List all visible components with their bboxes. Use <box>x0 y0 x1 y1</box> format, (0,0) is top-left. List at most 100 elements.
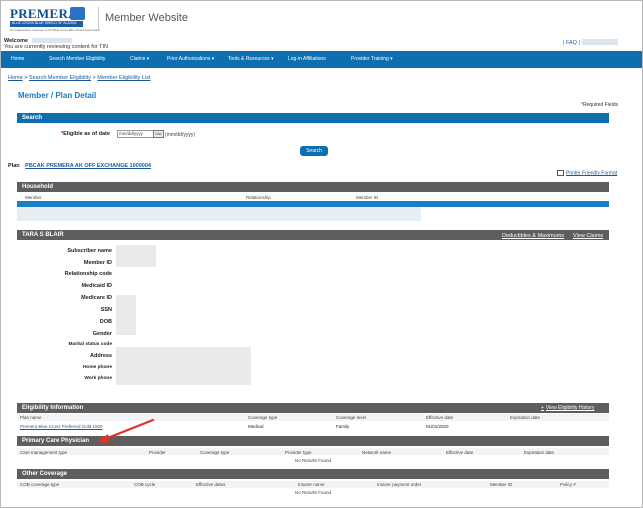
deductibles-maximums-link[interactable]: Deductibles & Maximums <box>502 233 564 239</box>
premera-logo[interactable]: PREMERA BLUE CROSS BLUE SHIELD OF ALASKA… <box>10 6 100 32</box>
printer-friendly-link[interactable]: Printer Friendly Format <box>557 170 617 176</box>
oc-col-member-id: Member ID <box>490 482 513 487</box>
elig-col-effective-date: Effective date <box>426 415 454 420</box>
eligibility-title: Eligibility Information <box>22 405 84 411</box>
date-format-hint: (mm/dd/yyyy) <box>165 132 195 138</box>
oc-no-results: No Results Found <box>295 490 332 495</box>
main-nav: Home Search Member Eligibility Claims ▾ … <box>1 51 642 68</box>
field-ssn: SSN <box>100 307 112 313</box>
search-section-title: Search <box>22 115 43 121</box>
eligibility-section-header: Eligibility Information <box>17 403 609 413</box>
redacted-subscriber <box>116 245 156 267</box>
breadcrumb-separator: > <box>24 75 28 81</box>
eligible-date-input[interactable]: mm/dd/yyyy <box>117 130 154 138</box>
other-coverage-title: Other Coverage <box>22 471 68 477</box>
printer-icon <box>557 170 564 176</box>
elig-col-coverage-type: Coverage type <box>248 415 278 420</box>
plan-row: Plan PBCAK PREMERA AK OFF EXCHANGE 10000… <box>8 163 151 169</box>
field-medicare-id: Medicare ID <box>81 295 112 301</box>
view-claims-link[interactable]: View Claims <box>573 233 603 239</box>
oc-col-insurer-name: Insurer name <box>298 482 325 487</box>
elig-coverage-level: Family <box>336 424 350 429</box>
breadcrumb-search[interactable]: Search Member Eligibility <box>29 75 91 81</box>
site-header: PREMERA BLUE CROSS BLUE SHIELD OF ALASKA… <box>1 1 642 37</box>
redacted-account <box>582 39 618 45</box>
elig-col-plan-name: Plan name <box>20 415 42 420</box>
nav-search-member-eligibility[interactable]: Search Member Eligibility <box>49 56 105 62</box>
redacted-ids <box>116 295 136 335</box>
elig-col-coverage-level: Coverage level <box>336 415 367 420</box>
breadcrumb-list[interactable]: Member Eligibility List <box>97 75 150 81</box>
calendar-button[interactable]: CAL <box>153 130 164 138</box>
pcp-col-provider-type: Provider type <box>285 450 312 455</box>
plus-icon: + <box>541 405 544 411</box>
breadcrumb-home[interactable]: Home <box>8 75 23 81</box>
shield-icon <box>70 7 85 20</box>
household-title: Household <box>22 184 53 190</box>
plan-label: Plan <box>8 163 20 169</box>
nav-home[interactable]: Home <box>11 56 24 62</box>
field-work-phone: Work phone <box>84 376 112 381</box>
logo-subtitle: BLUE CROSS BLUE SHIELD OF ALASKA <box>12 21 77 25</box>
redacted-user <box>32 38 72 43</box>
nav-tools-resources[interactable]: Tools & Resources ▾ <box>228 56 274 62</box>
pcp-col-network-name: Network name <box>362 450 392 455</box>
elig-plan-name-link[interactable]: Premera Blue Cross Preferred Gold 1500 <box>20 424 103 429</box>
search-section-header: Search <box>17 113 609 123</box>
redacted-household-rows <box>17 207 421 221</box>
field-relationship-code: Relationship code <box>64 271 112 277</box>
header-divider <box>98 7 99 31</box>
nav-claims[interactable]: Claims ▾ <box>130 56 149 62</box>
pcp-header-row <box>17 448 609 455</box>
view-eligibility-history-link[interactable]: + View Eligibility History <box>541 405 594 411</box>
nav-provider-training[interactable]: Provider Training ▾ <box>351 56 393 62</box>
pcp-col-effective-date: Effective date <box>446 450 474 455</box>
household-col-member: Member <box>25 195 42 200</box>
oc-col-cob-cycle: COB cycle <box>134 482 156 487</box>
page-frame: PREMERA BLUE CROSS BLUE SHIELD OF ALASKA… <box>0 0 643 508</box>
elig-coverage-type: Medical <box>248 424 264 429</box>
field-home-phone: Home phone <box>82 365 112 370</box>
household-col-member-id: Member ID <box>356 195 379 200</box>
pcp-col-provider: Provider <box>149 450 166 455</box>
oc-col-effective-dates: Effective dates <box>196 482 226 487</box>
elig-effective-date: 01/01/2020 <box>426 424 449 429</box>
field-gender: Gender <box>92 331 112 337</box>
pcp-no-results: No Results Found <box>295 458 332 463</box>
pcp-col-coverage-type: Coverage type <box>200 450 230 455</box>
nav-login-affiliations[interactable]: Log-in Affiliations <box>288 56 326 62</box>
view-eligibility-history-text: View Eligibility History <box>545 405 595 411</box>
oc-col-cob-type: COB coverage type <box>20 482 60 487</box>
tin-context-text: You are currently reviewing content for … <box>4 44 108 50</box>
logo-bar: BLUE CROSS BLUE SHIELD OF ALASKA <box>10 21 83 27</box>
field-medicaid-id: Medicaid ID <box>81 283 112 289</box>
site-title: Member Website <box>105 12 188 24</box>
nav-prior-authorizations[interactable]: Prior Authorizations ▾ <box>167 56 214 62</box>
oc-col-policy-number: Policy # <box>560 482 576 487</box>
welcome-bar: Welcome You are currently reviewing cont… <box>4 37 640 51</box>
field-subscriber-name: Subscriber name <box>67 248 112 254</box>
faq-link[interactable]: | FAQ | <box>563 40 580 46</box>
pcp-col-expiration-date: Expiration date <box>524 450 555 455</box>
search-button[interactable]: Search <box>300 146 328 156</box>
household-section-header: Household <box>17 182 609 192</box>
logo-tagline: An Independent Licensee of the Blue Cros… <box>10 28 100 32</box>
elig-col-expiration-date: Expiration date <box>510 415 541 420</box>
household-col-relationship: Relationship <box>246 195 271 200</box>
pcp-col-care-management: Care management type <box>20 450 68 455</box>
printer-friendly-text: Printer Friendly Format <box>566 170 618 177</box>
pcp-title: Primary Care Physician <box>22 438 90 444</box>
breadcrumb: Home > Search Member Eligibility > Membe… <box>8 75 150 81</box>
eligible-date-text: Eligible as of date <box>63 131 110 137</box>
page-title: Member / Plan Detail <box>18 91 97 100</box>
field-dob: DOB <box>99 319 112 325</box>
required-fields-note: *Required Fields <box>581 102 618 108</box>
eligible-date-label: *Eligible as of date <box>61 131 110 137</box>
field-marital-status: Marital status code <box>68 342 112 347</box>
required-text: Required Fields <box>582 102 618 108</box>
redacted-address <box>116 347 251 385</box>
field-member-id: Member ID <box>83 260 112 266</box>
plan-link[interactable]: PBCAK PREMERA AK OFF EXCHANGE 1000004 <box>25 163 151 169</box>
member-name: TARA S BLAIR <box>22 232 64 238</box>
oc-col-insurer-payment-order: Insurer payment order <box>377 482 422 487</box>
